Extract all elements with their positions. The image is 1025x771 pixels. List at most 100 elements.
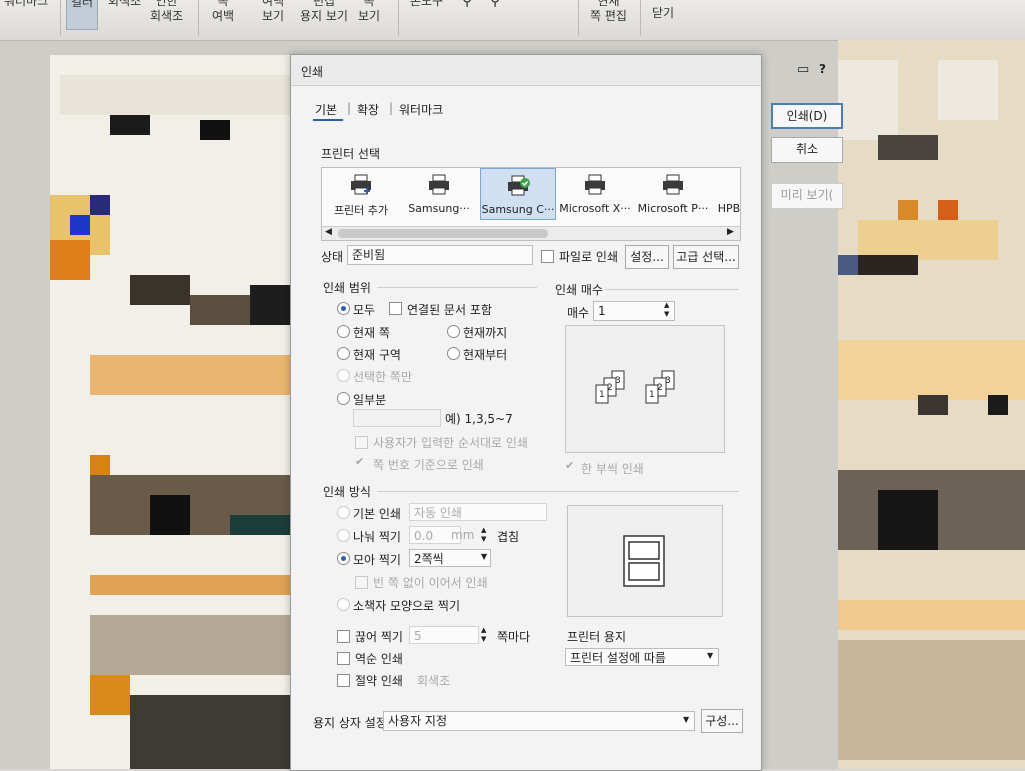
svg-text:3: 3 bbox=[665, 376, 671, 386]
watermark-button[interactable]: 워터마크 bbox=[4, 0, 48, 9]
preview-button[interactable]: 미리 보기( bbox=[771, 183, 843, 209]
print-dialog: 인쇄 ▭ ? 기본 | 확장 | 워터마크 프린터 선택 프린터 추가 Sams… bbox=[290, 54, 843, 771]
range-all-radio[interactable] bbox=[337, 302, 350, 315]
no-blank-checkbox[interactable] bbox=[355, 576, 368, 589]
printer-label: Samsung··· bbox=[408, 202, 470, 215]
printer-item-samsung[interactable]: Samsung··· bbox=[402, 168, 476, 218]
ribbon-separator bbox=[640, 0, 641, 36]
cut-print-checkbox[interactable] bbox=[337, 630, 350, 643]
basic-print-select[interactable]: 자동 인쇄 bbox=[409, 503, 547, 521]
split-stepper-icon[interactable]: ▲ ▼ bbox=[481, 526, 486, 544]
page-number-basis-checkbox[interactable]: ✔ bbox=[355, 455, 364, 468]
printer-item-microsoft-xps[interactable]: Microsoft X··· bbox=[558, 168, 632, 218]
split-print-radio[interactable] bbox=[337, 529, 350, 542]
gather-select[interactable]: 2쪽씩 bbox=[409, 549, 491, 567]
cut-value-input[interactable]: 5 bbox=[409, 626, 479, 644]
booklet-radio[interactable] bbox=[337, 598, 350, 611]
print-to-file-label: 파일로 인쇄 bbox=[559, 250, 619, 264]
printer-icon bbox=[429, 174, 449, 195]
chevron-down-icon[interactable]: ▼ bbox=[683, 715, 689, 724]
range-current-page-radio[interactable] bbox=[337, 325, 350, 338]
svg-text:1: 1 bbox=[649, 390, 655, 400]
reverse-print-label: 역순 인쇄 bbox=[355, 652, 403, 666]
range-current-section-label: 현재 구역 bbox=[353, 348, 401, 362]
scrollbar-thumb[interactable] bbox=[338, 229, 548, 238]
range-current-section-radio[interactable] bbox=[337, 347, 350, 360]
basic-print-radio[interactable] bbox=[337, 506, 350, 519]
copies-input[interactable]: 1 bbox=[593, 301, 675, 321]
partial-pages-input[interactable] bbox=[353, 409, 441, 427]
add-printer-icon bbox=[351, 174, 371, 195]
printer-item-samsung-c-selected[interactable]: Samsung C··· bbox=[480, 168, 556, 220]
light-grayscale-button[interactable]: 연한 회색조 bbox=[150, 0, 183, 24]
printer-settings-button[interactable]: 설정... bbox=[625, 245, 669, 269]
chevron-down-icon[interactable]: ▼ bbox=[707, 651, 713, 660]
edit-current-page-button[interactable]: 현재 쪽 편집 bbox=[590, 0, 627, 24]
basic-print-label: 기본 인쇄 bbox=[353, 507, 401, 521]
print-button[interactable]: 인쇄(D) bbox=[771, 103, 843, 129]
collate-checkbox[interactable]: ✔ bbox=[565, 459, 574, 472]
printer-item-hp[interactable]: HPB bbox=[714, 168, 740, 218]
per-pages-label: 쪽마다 bbox=[497, 630, 531, 644]
color-button[interactable]: 컬러 bbox=[66, 0, 99, 30]
copies-stepper-icon[interactable]: ▲ ▼ bbox=[664, 301, 669, 319]
chevron-down-icon[interactable]: ▼ bbox=[481, 552, 487, 561]
comment-icon[interactable]: ▭ bbox=[797, 62, 809, 77]
paper-label: 프린터 용지 bbox=[567, 630, 627, 644]
tray-select[interactable]: 사용자 지정 bbox=[383, 711, 695, 731]
section-divider bbox=[377, 491, 739, 492]
two-up-preview-icon bbox=[623, 535, 665, 587]
printer-list-scrollbar[interactable]: ◀ ▶ bbox=[322, 226, 740, 240]
grayscale-button[interactable]: 회색조 bbox=[108, 0, 141, 9]
svg-text:1: 1 bbox=[599, 390, 605, 400]
paper-view-button[interactable]: 편집 용지 보기 bbox=[300, 0, 348, 24]
tray-config-button[interactable]: 구성... bbox=[701, 709, 743, 733]
gather-print-radio[interactable] bbox=[337, 552, 350, 565]
svg-text:2: 2 bbox=[657, 383, 663, 393]
zoom-out-icon[interactable]: ⚲ bbox=[490, 0, 500, 9]
page-margin-button[interactable]: 쪽 여백 bbox=[212, 0, 234, 24]
user-order-label: 사용자가 입력한 순서대로 인쇄 bbox=[373, 436, 528, 450]
svg-text:3: 3 bbox=[615, 376, 621, 386]
tab-separator: | bbox=[347, 101, 352, 115]
reverse-print-checkbox[interactable] bbox=[337, 652, 350, 665]
range-partial-radio[interactable] bbox=[337, 392, 350, 405]
range-all-label: 모두 bbox=[353, 303, 376, 317]
range-up-to-current-label: 현재까지 bbox=[463, 326, 508, 340]
section-divider bbox=[377, 287, 537, 288]
help-icon[interactable]: ? bbox=[819, 62, 826, 76]
range-partial-label: 일부분 bbox=[353, 393, 387, 407]
printer-select-label: 프린터 선택 bbox=[321, 147, 381, 161]
margin-view-button[interactable]: 여백 보기 bbox=[262, 0, 284, 24]
tab-basic[interactable]: 기본 bbox=[315, 101, 337, 118]
svg-text:2: 2 bbox=[607, 383, 613, 393]
save-ink-label: 절약 인쇄 bbox=[355, 674, 403, 688]
scroll-left-icon[interactable]: ◀ bbox=[325, 227, 332, 237]
close-button[interactable]: 닫기 bbox=[652, 6, 674, 21]
printer-item-add[interactable]: 프린터 추가 bbox=[324, 168, 398, 218]
ribbon-separator bbox=[198, 0, 199, 36]
zoom-in-icon[interactable]: ⚲ bbox=[462, 0, 472, 9]
cut-stepper-icon[interactable]: ▲ ▼ bbox=[481, 626, 486, 644]
user-order-checkbox[interactable] bbox=[355, 436, 368, 449]
scroll-right-icon[interactable]: ▶ bbox=[727, 227, 734, 237]
paper-select[interactable]: 프린터 설정에 따름 bbox=[565, 648, 719, 666]
advanced-select-button[interactable]: 고급 선택... bbox=[673, 245, 739, 269]
cancel-button[interactable]: 취소 bbox=[771, 137, 843, 163]
save-ink-checkbox[interactable] bbox=[337, 674, 350, 687]
linked-docs-checkbox[interactable] bbox=[389, 302, 402, 315]
range-selected-pages-radio[interactable] bbox=[337, 369, 350, 382]
collate-label: 한 부씩 인쇄 bbox=[581, 462, 644, 476]
printer-label: Samsung C··· bbox=[481, 203, 555, 216]
tab-watermark[interactable]: 워터마크 bbox=[399, 101, 443, 118]
hand-tool-button[interactable]: 손도구 bbox=[410, 0, 443, 9]
range-from-current-radio[interactable] bbox=[447, 347, 460, 360]
tab-extend[interactable]: 확장 bbox=[357, 101, 379, 118]
tray-label: 용지 상자 설정 bbox=[313, 716, 387, 730]
print-to-file-checkbox[interactable] bbox=[541, 250, 554, 263]
printer-item-microsoft-pdf[interactable]: Microsoft P··· bbox=[636, 168, 710, 218]
printer-label: Microsoft X··· bbox=[559, 202, 631, 215]
gather-print-label: 모아 찍기 bbox=[353, 553, 401, 567]
page-view-button[interactable]: 쪽 보기 bbox=[358, 0, 380, 24]
range-up-to-current-radio[interactable] bbox=[447, 325, 460, 338]
